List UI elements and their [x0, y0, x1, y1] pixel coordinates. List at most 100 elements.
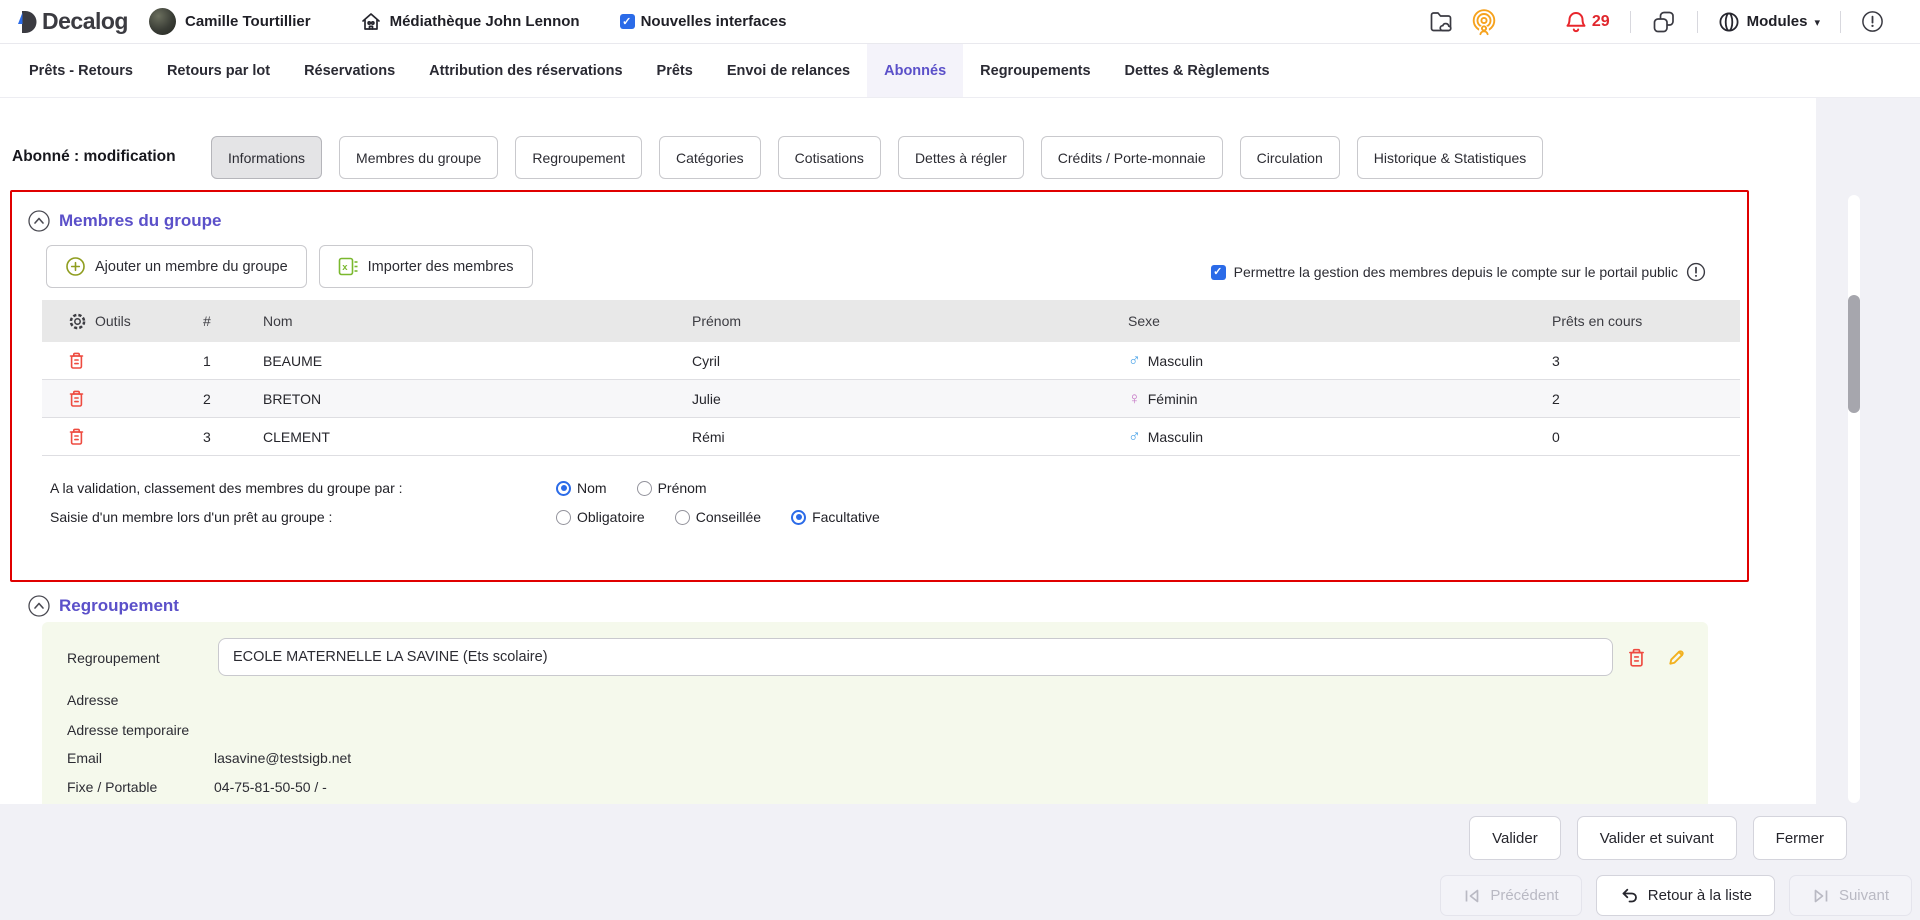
members-table: Outils # Nom Prénom Sexe Prêts en cours … [42, 300, 1740, 456]
footer-nav-actions: Précédent Retour à la liste Suivant [1440, 875, 1912, 916]
page-title: Abonné : modification [12, 148, 176, 166]
collapse-chevron-icon[interactable] [28, 210, 50, 232]
group-section-header: Regroupement [28, 595, 179, 617]
delete-member-icon[interactable] [68, 389, 85, 408]
top-bar-actions: 29 Modules ▾ [1428, 7, 1920, 37]
delete-group-icon[interactable] [1627, 647, 1646, 668]
member-loans: 0 [1546, 429, 1740, 445]
footer-primary-actions: Valider Valider et suivant Fermer [1469, 816, 1847, 860]
new-interfaces-toggle[interactable]: Nouvelles interfaces [620, 13, 787, 30]
tab-membres-du-groupe[interactable]: Membres du groupe [339, 136, 498, 179]
help-info-icon[interactable] [1686, 262, 1706, 282]
user-name: Camille Tourtillier [185, 13, 311, 30]
nav-tab-reservations[interactable]: Réservations [287, 44, 412, 97]
import-members-button[interactable]: x Importer des membres [319, 245, 533, 288]
modules-menu[interactable]: Modules ▾ [1718, 11, 1820, 33]
validate-next-button[interactable]: Valider et suivant [1577, 816, 1737, 860]
validate-button[interactable]: Valider [1469, 816, 1561, 860]
members-section-title: Membres du groupe [59, 211, 221, 231]
member-loans: 3 [1546, 353, 1740, 369]
tab-categories[interactable]: Catégories [659, 136, 761, 179]
tab-informations[interactable]: Informations [211, 136, 322, 179]
group-name-input[interactable] [218, 638, 1613, 676]
member-sex: Féminin [1148, 391, 1198, 407]
col-sex: Sexe [1128, 313, 1546, 329]
member-num: 1 [203, 353, 263, 369]
notifications-button[interactable]: 29 [1565, 10, 1610, 34]
radio-label: Prénom [658, 480, 707, 496]
nav-tab-abonnes[interactable]: Abonnés [867, 44, 963, 97]
col-firstname: Prénom [692, 313, 1128, 329]
info-icon[interactable] [1861, 10, 1884, 33]
stacked-squares-icon[interactable] [1651, 9, 1677, 35]
previous-button[interactable]: Précédent [1440, 875, 1581, 916]
new-interfaces-label: Nouvelles interfaces [641, 13, 787, 30]
phone-label: Fixe / Portable [67, 779, 157, 795]
male-icon: ♂ [1128, 428, 1141, 445]
radio-obligatoire[interactable]: Obligatoire [556, 509, 645, 525]
svg-text:x: x [342, 262, 348, 273]
broadcast-icon[interactable] [1469, 7, 1499, 37]
tab-circulation[interactable]: Circulation [1240, 136, 1340, 179]
scrollbar-track[interactable] [1848, 195, 1860, 803]
next-button[interactable]: Suivant [1789, 875, 1912, 916]
notification-count: 29 [1592, 13, 1610, 31]
radio-label: Obligatoire [577, 509, 645, 525]
add-member-button[interactable]: Ajouter un membre du groupe [46, 245, 307, 288]
radio-button[interactable] [637, 481, 652, 496]
radio-facultative[interactable]: Facultative [791, 509, 880, 525]
portal-management-toggle[interactable]: Permettre la gestion des membres depuis … [1211, 255, 1706, 289]
collapse-chevron-icon[interactable] [28, 595, 50, 617]
radio-conseillee[interactable]: Conseillée [675, 509, 761, 525]
divider [1840, 11, 1841, 33]
member-loans: 2 [1546, 391, 1740, 407]
delete-member-icon[interactable] [68, 427, 85, 446]
tab-dettes-a-regler[interactable]: Dettes à régler [898, 136, 1024, 179]
radio-button[interactable] [556, 481, 571, 496]
back-to-list-label: Retour à la liste [1648, 887, 1752, 904]
radio-button[interactable] [791, 510, 806, 525]
email-value: lasavine@testsigb.net [214, 750, 351, 766]
member-lastname: CLEMENT [263, 429, 692, 445]
nav-tab-envoi-relances[interactable]: Envoi de relances [710, 44, 867, 97]
temp-address-label: Adresse temporaire [67, 722, 189, 738]
portal-checkbox[interactable] [1211, 265, 1226, 280]
logo-text: Decalog [42, 8, 128, 35]
nav-tab-attribution-reservations[interactable]: Attribution des réservations [412, 44, 639, 97]
folder-cloud-icon[interactable] [1428, 9, 1455, 35]
delete-member-icon[interactable] [68, 351, 85, 370]
radio-button[interactable] [556, 510, 571, 525]
nav-tab-dettes-reglements[interactable]: Dettes & Règlements [1108, 44, 1287, 97]
next-label: Suivant [1839, 887, 1889, 904]
tab-historique-statistiques[interactable]: Historique & Statistiques [1357, 136, 1544, 179]
top-bar: Decalog Camille Tourtillier Médiathèque … [0, 0, 1920, 44]
col-tools: Outils [95, 313, 131, 329]
skip-next-icon [1812, 888, 1830, 904]
col-num: # [203, 313, 263, 329]
user-avatar[interactable] [149, 8, 176, 35]
radio-prenom[interactable]: Prénom [637, 480, 707, 496]
gear-icon [68, 312, 87, 331]
members-section-header: Membres du groupe [28, 210, 221, 232]
member-lastname: BRETON [263, 391, 692, 407]
nav-tab-prets-retours[interactable]: Prêts - Retours [12, 44, 150, 97]
group-panel: Regroupement Adresse Adresse temporaire … [42, 622, 1708, 804]
scrollbar-thumb[interactable] [1848, 295, 1860, 413]
edit-group-icon[interactable] [1666, 647, 1687, 668]
radio-nom[interactable]: Nom [556, 480, 607, 496]
member-firstname: Julie [692, 391, 1128, 407]
nav-tab-retours-par-lot[interactable]: Retours par lot [150, 44, 287, 97]
group-name-label: Regroupement [67, 650, 160, 666]
back-to-list-button[interactable]: Retour à la liste [1596, 875, 1775, 916]
nav-tab-regroupements[interactable]: Regroupements [963, 44, 1107, 97]
new-interfaces-checkbox[interactable] [620, 14, 635, 29]
validate-next-label: Valider et suivant [1600, 830, 1714, 847]
tab-cotisations[interactable]: Cotisations [778, 136, 881, 179]
tab-regroupement[interactable]: Regroupement [515, 136, 642, 179]
tab-credits-porte-monnaie[interactable]: Crédits / Porte-monnaie [1041, 136, 1223, 179]
decalog-logo[interactable]: Decalog [14, 8, 128, 36]
library-icon [359, 10, 383, 34]
nav-tab-prets[interactable]: Prêts [640, 44, 710, 97]
close-button[interactable]: Fermer [1753, 816, 1847, 860]
radio-button[interactable] [675, 510, 690, 525]
